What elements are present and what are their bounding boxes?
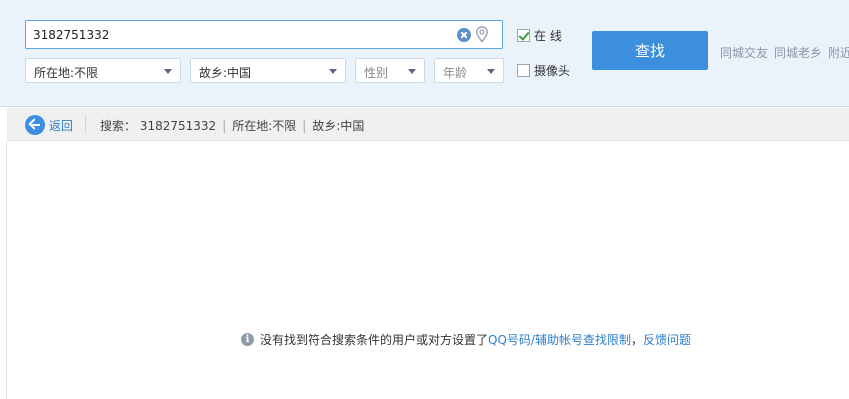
age-dropdown[interactable]: 年龄	[434, 58, 504, 83]
age-value: 年龄	[443, 66, 468, 80]
camera-check-icon[interactable]	[517, 64, 530, 77]
search-panel: 在 线 摄像头 所在地:不限 故乡:中国 性别 年龄 查找 同城交友同城老乡附近	[0, 0, 849, 107]
location-pin-icon[interactable]	[475, 26, 489, 43]
hometown-value: 故乡:中国	[199, 66, 252, 80]
quick-link-nearby[interactable]: 附近	[828, 46, 849, 60]
restriction-link[interactable]: QQ号码/辅助帐号查找限制	[488, 331, 631, 348]
search-field[interactable]	[25, 20, 503, 49]
content-border	[6, 141, 7, 399]
camera-checkbox[interactable]: 摄像头	[517, 62, 570, 79]
separator: |	[222, 119, 227, 133]
chevron-down-icon	[487, 69, 495, 74]
empty-result-notice: i 没有找到符合搜索条件的用户或对方设置了 QQ号码/辅助帐号查找限制，反馈问题	[241, 331, 691, 348]
divider	[85, 115, 86, 134]
feedback-link[interactable]: 反馈问题	[643, 331, 691, 348]
online-label: 在 线	[534, 29, 562, 43]
result-toolbar: 返回 搜索： 3182751332 | 所在地:不限 | 故乡:中国	[7, 108, 849, 141]
location-value: 所在地:不限	[34, 66, 99, 80]
separator: |	[302, 119, 307, 133]
gender-value: 性别	[364, 66, 389, 80]
summary-prefix: 搜索：	[100, 119, 137, 133]
camera-label: 摄像头	[534, 64, 571, 78]
clear-icon[interactable]	[457, 28, 471, 42]
info-icon: i	[241, 333, 254, 346]
chevron-down-icon	[329, 69, 337, 74]
notice-comma: ，	[630, 333, 643, 347]
quick-link-same-city[interactable]: 同城交友	[720, 46, 768, 60]
back-label[interactable]: 返回	[49, 117, 73, 134]
chevron-down-icon	[408, 69, 416, 74]
quick-links: 同城交友 同城老乡 附近	[720, 44, 849, 61]
search-input[interactable]	[33, 25, 443, 45]
search-summary: 搜索： 3182751332 | 所在地:不限 | 故乡:中国	[100, 117, 364, 134]
summary-query: 3182751332	[139, 119, 217, 133]
search-button[interactable]: 查找	[592, 31, 708, 70]
summary-location: 所在地:不限	[232, 119, 297, 133]
notice-text: 没有找到符合搜索条件的用户或对方设置了	[260, 333, 489, 347]
online-check-icon[interactable]	[517, 29, 530, 42]
back-arrow-icon[interactable]	[25, 115, 45, 135]
back-button[interactable]: 返回	[25, 115, 73, 135]
summary-hometown: 故乡:中国	[312, 119, 365, 133]
chevron-down-icon	[164, 69, 172, 74]
hometown-dropdown[interactable]: 故乡:中国	[190, 58, 346, 83]
gender-dropdown[interactable]: 性别	[355, 58, 425, 83]
location-dropdown[interactable]: 所在地:不限	[25, 58, 181, 83]
online-checkbox[interactable]: 在 线	[517, 27, 562, 44]
quick-link-fellow-townsman[interactable]: 同城老乡	[774, 46, 822, 60]
